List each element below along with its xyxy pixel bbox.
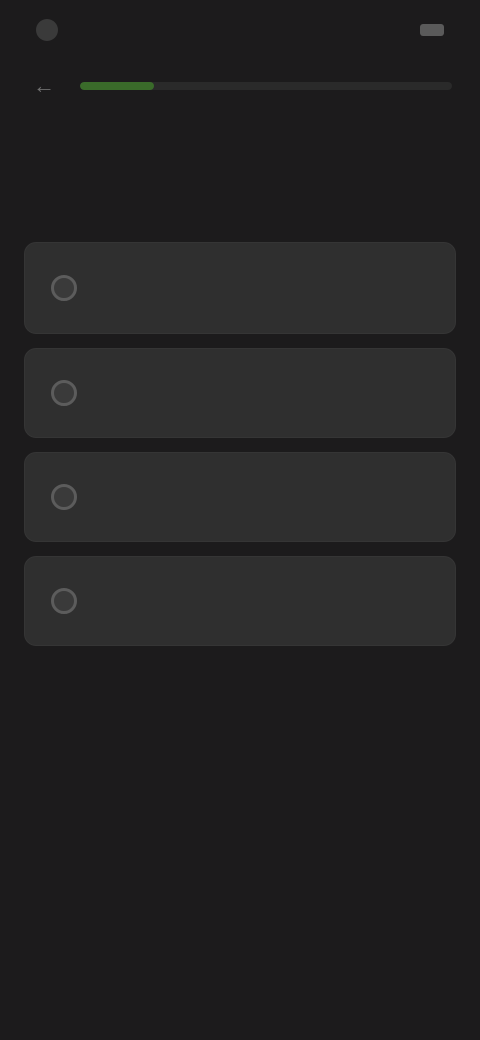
status-indicator-icon [36,19,58,41]
progress-bar [80,82,452,90]
app-screen: ← [0,0,480,1040]
option-card[interactable] [24,348,456,438]
back-button[interactable]: ← [28,70,60,102]
arrow-left-icon: ← [33,73,55,98]
option-card[interactable] [24,556,456,646]
radio-icon [51,275,77,301]
radio-icon [51,588,77,614]
battery-icon [420,24,444,36]
options-list [24,242,456,646]
radio-icon [51,380,77,406]
header-row: ← [28,64,452,108]
status-right [412,24,444,36]
status-bar [0,0,480,60]
option-card[interactable] [24,242,456,334]
status-left [36,19,70,41]
option-card[interactable] [24,452,456,542]
progress-fill [80,82,155,90]
radio-icon [51,484,77,510]
